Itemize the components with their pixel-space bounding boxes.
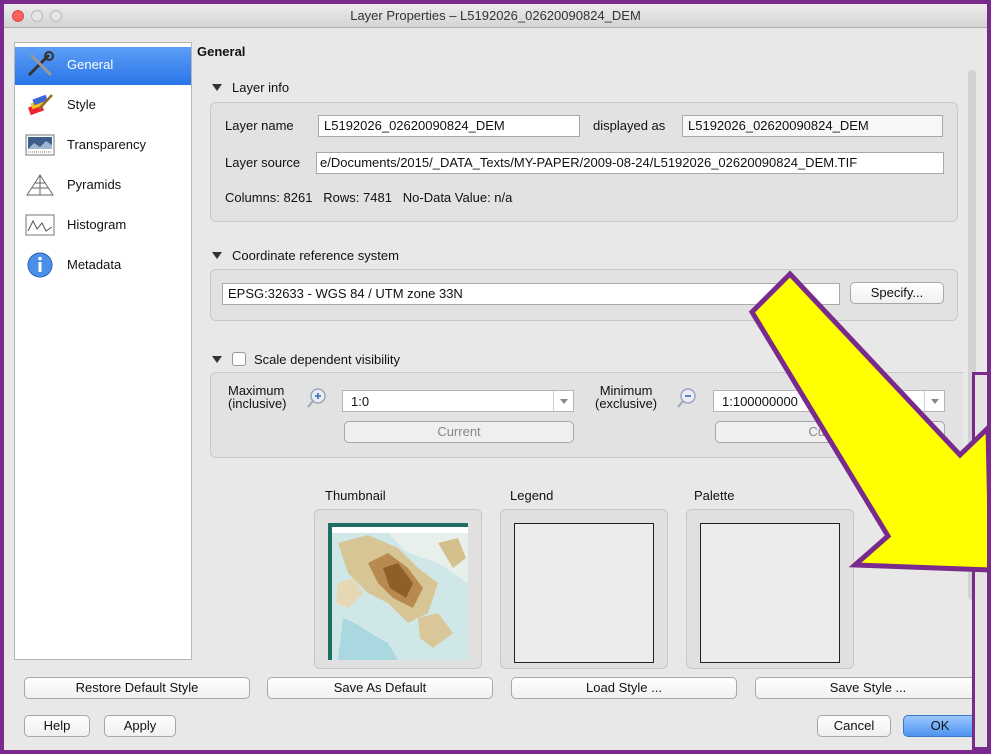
chevron-down-icon [553,391,573,411]
transparency-icon [25,134,55,156]
layer-name-label: Layer name [225,118,294,133]
maximum-current-button[interactable]: Current [344,421,574,443]
dem-thumbnail-image [328,523,468,660]
collapse-triangle-icon [212,356,222,363]
pyramid-icon [26,174,54,196]
collapse-triangle-icon [212,252,222,259]
histogram-icon [25,214,55,236]
sidebar-item-label: Pyramids [67,177,122,192]
sidebar-item-transparency[interactable]: Transparency [15,127,191,165]
collapse-triangle-icon [212,84,222,91]
restore-default-style-button[interactable]: Restore Default Style [24,677,250,699]
section-title: General [197,44,246,59]
maximum-label: Maximum (inclusive) [228,383,287,411]
sidebar-item-pyramids[interactable]: Pyramids [15,167,191,205]
load-style-button[interactable]: Load Style ... [511,677,737,699]
info-icon [27,252,53,278]
palette-label: Palette [694,488,735,503]
paintbrush-icon [28,94,53,116]
sidebar-item-histogram[interactable]: Histogram [15,207,191,245]
cancel-button[interactable]: Cancel [817,715,891,737]
scale-visibility-header[interactable]: Scale dependent visibility [212,352,400,367]
zoom-in-icon [307,388,326,408]
help-button[interactable]: Help [24,715,90,737]
minimum-label: Minimum (exclusive) [595,383,658,411]
zoom-out-icon [677,388,696,408]
sidebar-item-general[interactable]: General [15,47,191,85]
sidebar-item-label: General [67,57,114,72]
window-title: Layer Properties – L5192026_02620090824_… [350,8,641,23]
layer-info-header[interactable]: Layer info [212,80,289,95]
layer-source-field[interactable]: e/Documents/2015/_DATA_Texts/MY-PAPER/20… [316,152,944,174]
sidebar-item-style[interactable]: Style [15,87,191,125]
sidebar-item-label: Metadata [67,257,122,272]
wrench-icon [27,51,54,77]
sidebar-item-label: Style [67,97,96,112]
ok-button[interactable]: OK [903,715,977,737]
displayed-as-label: displayed as [593,118,666,133]
layer-name-input[interactable]: L5192026_02620090824_DEM [318,115,580,137]
sidebar: General Style Transparency Pyramids Hist… [14,42,192,660]
sidebar-item-label: Histogram [67,217,127,232]
crs-header[interactable]: Coordinate reference system [212,248,399,263]
apply-button[interactable]: Apply [104,715,176,737]
legend-preview [514,523,654,663]
sidebar-item-metadata[interactable]: Metadata [15,247,191,285]
maximum-scale-combo[interactable]: 1:0 [342,390,574,412]
raster-dimensions-text: Columns: 8261 Rows: 7481 No-Data Value: … [225,190,513,205]
save-as-default-button[interactable]: Save As Default [267,677,493,699]
displayed-as-field: L5192026_02620090824_DEM [682,115,943,137]
legend-label: Legend [510,488,554,503]
sidebar-item-label: Transparency [67,137,146,152]
thumbnail-label: Thumbnail [325,488,386,503]
save-style-button[interactable]: Save Style ... [755,677,981,699]
scale-visibility-checkbox[interactable] [232,352,246,366]
title-bar: Layer Properties – L5192026_02620090824_… [4,4,987,28]
layer-source-label: Layer source [225,155,301,170]
annotation-arrow-icon [748,270,991,573]
